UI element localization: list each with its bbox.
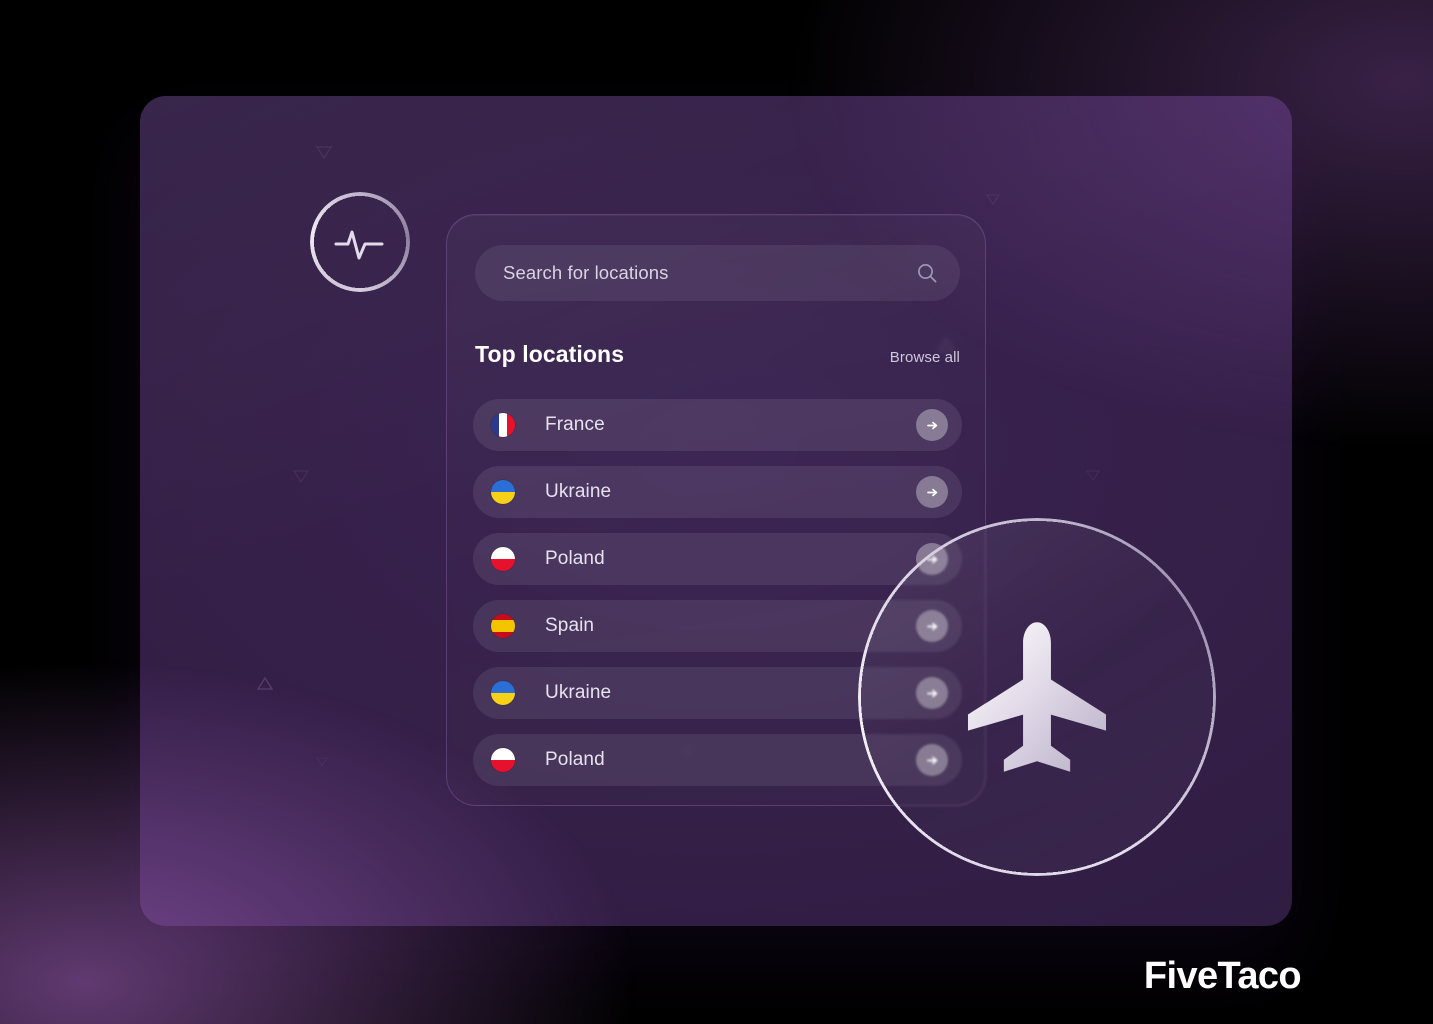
pulse-badge[interactable] [310, 192, 410, 292]
list-item[interactable]: France [473, 399, 962, 451]
poland-flag-icon [491, 748, 515, 772]
france-flag-icon [491, 413, 515, 437]
pulse-activity-icon [334, 230, 384, 260]
ukraine-flag-icon [491, 480, 515, 504]
poster-canvas: Search for locations Top locations Brows… [0, 0, 1433, 1024]
list-item-label: Spain [545, 615, 595, 636]
section-header: Top locations Browse all [475, 341, 960, 368]
brand-wordmark: FiveTaco [1143, 955, 1302, 997]
search-input[interactable]: Search for locations [503, 262, 916, 284]
list-item-label: Ukraine [545, 481, 612, 502]
ukraine-flag-icon [491, 681, 515, 705]
browse-all-link[interactable]: Browse all [890, 349, 960, 366]
airplane-icon [967, 622, 1107, 772]
list-item-label: France [545, 414, 605, 435]
list-item-label: Poland [545, 749, 605, 770]
arrow-right-icon [926, 488, 937, 496]
go-button[interactable] [916, 476, 948, 508]
search-field[interactable]: Search for locations [475, 245, 960, 301]
page-title: Top locations [475, 341, 625, 367]
list-item[interactable]: Ukraine [473, 466, 962, 518]
list-item-label: Poland [545, 548, 605, 569]
search-icon[interactable] [916, 262, 938, 284]
go-button[interactable] [916, 409, 948, 441]
arrow-right-icon [926, 421, 937, 429]
list-item[interactable]: Poland [473, 533, 962, 585]
spain-flag-icon [491, 614, 515, 638]
airplane-badge[interactable] [858, 518, 1216, 876]
poland-flag-icon [491, 547, 515, 571]
